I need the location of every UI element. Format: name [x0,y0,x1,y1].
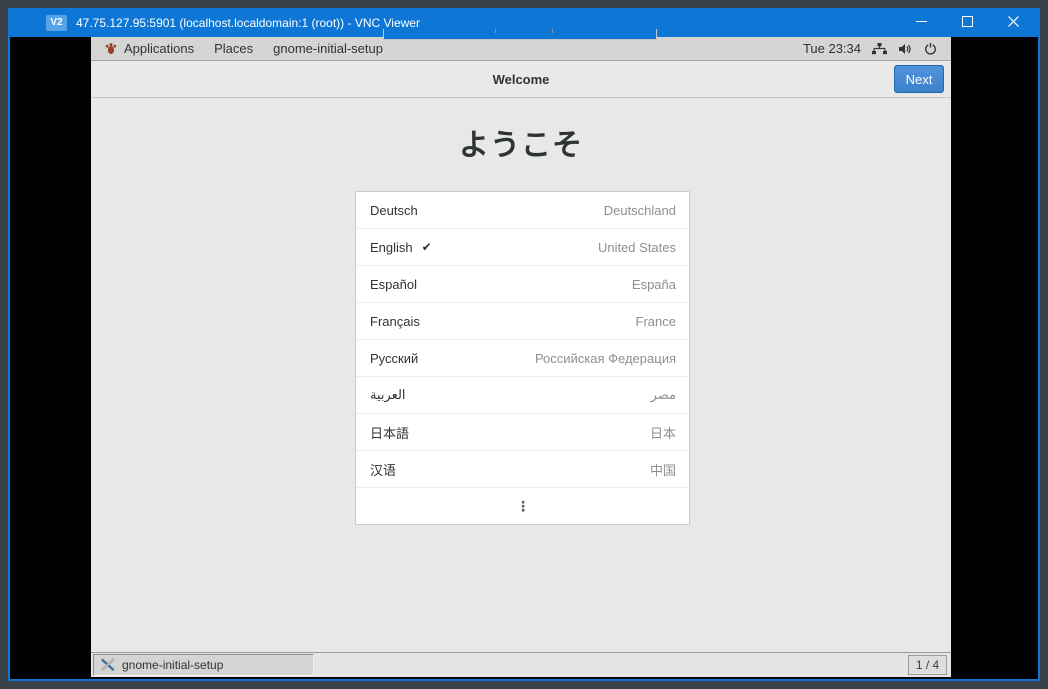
applications-menu[interactable]: Applications [105,37,204,61]
language-name-text: English [370,240,413,255]
applications-label: Applications [124,41,194,56]
assistant-content: ようこそ Deutsch Deutschland English ✔ Unite… [91,98,951,652]
next-button[interactable]: Next [894,65,944,93]
toolbar-divider [495,29,496,33]
language-row-russian[interactable]: Русский Российская Федерация [356,340,689,377]
language-name: العربية [370,387,406,403]
setup-tools-icon [100,658,116,672]
more-languages-row[interactable]: ⋮ [356,488,689,524]
language-row-japanese[interactable]: 日本語 日本 [356,414,689,451]
active-app-label: gnome-initial-setup [273,41,383,56]
toolbar-divider [552,29,553,33]
language-row-deutsch[interactable]: Deutsch Deutschland [356,192,689,229]
window-controls [898,8,1036,37]
language-name: 汉语 [370,460,396,479]
welcome-heading: ようこそ [91,120,951,164]
assistant-header: Welcome Next [91,61,951,98]
close-icon [1008,14,1019,32]
language-name: Español [370,277,417,292]
language-list: Deutsch Deutschland English ✔ United Sta… [355,191,690,525]
language-region: Российская Федерация [535,351,676,366]
language-name: Русский [370,351,418,366]
maximize-button[interactable] [944,8,990,37]
language-region: Deutschland [604,203,676,218]
language-region: 中国 [650,460,676,479]
language-region: France [636,314,676,329]
screen: V2 47.75.127.95:5901 (localhost.localdom… [0,0,1048,689]
language-name: English ✔ [370,240,432,255]
language-region: مصر [651,387,676,403]
language-row-francais[interactable]: Français France [356,303,689,340]
gnome-footprint-icon [105,42,117,55]
language-region: España [632,277,676,292]
maximize-icon [962,14,973,32]
language-row-chinese[interactable]: 汉语 中国 [356,451,689,488]
close-button[interactable] [990,8,1036,37]
gnome-top-bar: Applications Places gnome-initial-setup … [91,37,951,61]
vnc-canvas: Applications Places gnome-initial-setup … [10,37,1038,679]
window-title: 47.75.127.95:5901 (localhost.localdomain… [76,16,420,30]
more-ellipsis-icon: ⋮ [516,498,530,515]
vnc-hover-toolbar[interactable] [383,29,657,40]
language-region: United States [598,240,676,255]
places-menu[interactable]: Places [204,37,263,61]
window-list-taskbar: gnome-initial-setup 1 / 4 [91,652,951,677]
clock[interactable]: Tue 23:34 [803,41,861,56]
vnc-app-icon: V2 [46,15,67,31]
language-row-espanol[interactable]: Español España [356,266,689,303]
minimize-icon [916,14,927,32]
language-name: Deutsch [370,203,418,218]
power-icon[interactable] [924,42,937,55]
places-label: Places [214,41,253,56]
language-region: 日本 [650,423,676,442]
language-row-english[interactable]: English ✔ United States [356,229,689,266]
active-app-menu[interactable]: gnome-initial-setup [263,37,393,61]
status-area: Tue 23:34 [803,41,937,56]
selected-check-icon: ✔ [422,240,432,254]
vnc-viewer-window: V2 47.75.127.95:5901 (localhost.localdom… [8,8,1040,681]
remote-desktop: Applications Places gnome-initial-setup … [91,37,951,677]
language-name: 日本語 [370,423,409,442]
task-button-label: gnome-initial-setup [122,658,223,672]
task-button-gnome-initial-setup[interactable]: gnome-initial-setup [93,654,314,676]
language-name: Français [370,314,420,329]
workspace-pager[interactable]: 1 / 4 [908,655,947,675]
language-row-arabic[interactable]: العربية مصر [356,377,689,414]
network-icon[interactable] [872,43,887,55]
page-title: Welcome [91,61,951,97]
volume-icon[interactable] [898,43,913,55]
minimize-button[interactable] [898,8,944,37]
